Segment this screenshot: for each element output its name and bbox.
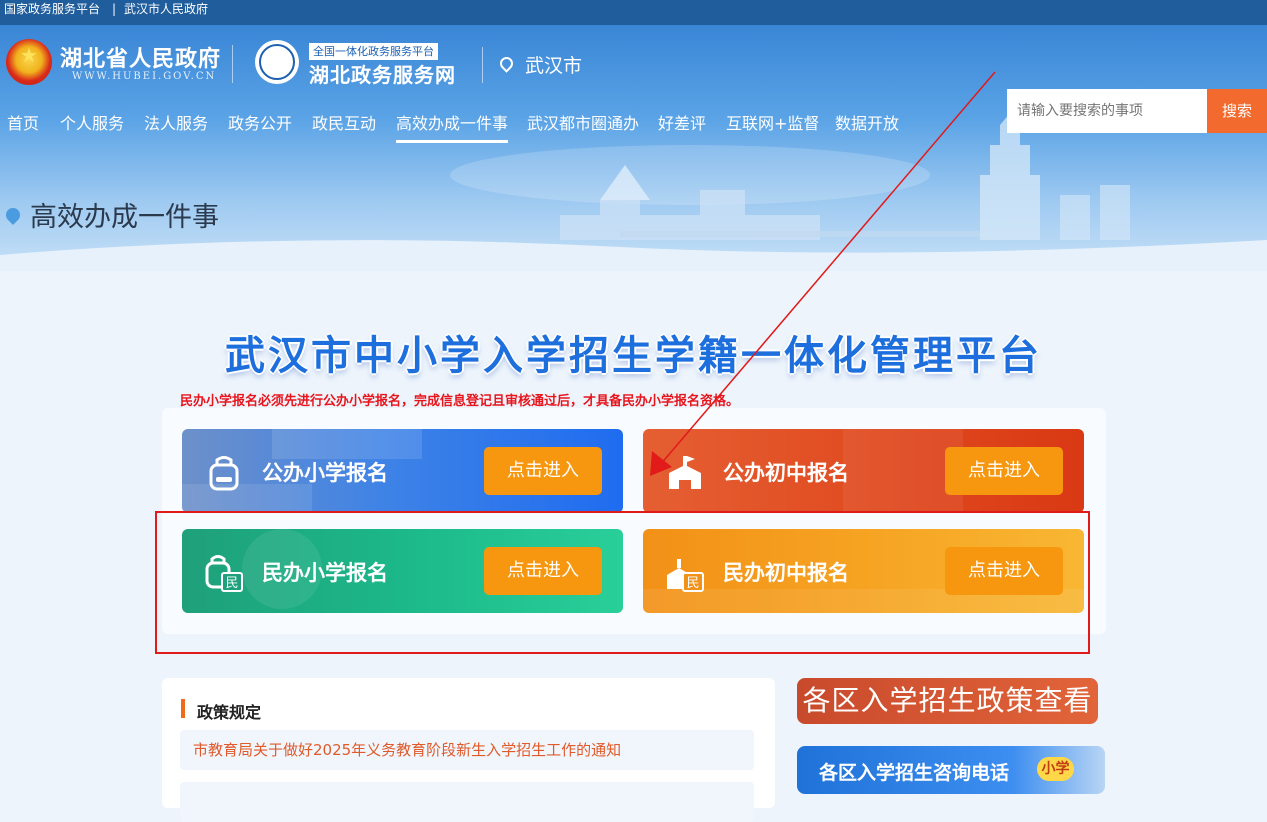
- policy-item-link[interactable]: 市教育局关于做好2025年义务教育阶段新生入学招生工作的通知: [193, 739, 621, 760]
- location-pin-icon: [3, 205, 23, 225]
- header-divider: [232, 45, 233, 83]
- wuhan-government-link[interactable]: 武汉市人民政府: [124, 0, 208, 18]
- annotation-highlight-box: [155, 511, 1090, 654]
- page-title-text: 高效办成一件事: [30, 202, 219, 233]
- location-pin-icon: [497, 54, 516, 73]
- school-building-icon: [669, 456, 701, 489]
- top-bar: 国家政务服务平台 | 武汉市人民政府: [0, 0, 1267, 25]
- nav-corporate-service[interactable]: 法人服务: [144, 110, 208, 134]
- page-title: 高效办成一件事: [3, 195, 219, 234]
- nav-open-data[interactable]: 数据开放: [835, 110, 899, 134]
- card-label: 公办小学报名: [262, 461, 388, 485]
- site-url: WWW.HUBEI.GOV.CN: [72, 71, 217, 82]
- primary-school-tag: 小学: [1037, 757, 1074, 781]
- policy-item[interactable]: [180, 782, 754, 822]
- registration-notice: 民办小学报名必须先进行公办小学报名，完成信息登记且审核通过后，才具备民办小学报名…: [180, 394, 740, 409]
- policy-section: 政策规定 市教育局关于做好2025年义务教育阶段新生入学招生工作的通知: [162, 678, 775, 822]
- public-primary-card[interactable]: 公办小学报名 点击进入: [182, 429, 623, 513]
- site-name: 湖北省人民政府: [60, 47, 222, 72]
- header-banner: ★ 湖北省人民政府 WWW.HUBEI.GOV.CN 全国一体化政务服务平台 湖…: [0, 25, 1267, 271]
- nav-rating[interactable]: 好差评: [658, 110, 706, 134]
- national-platform-link[interactable]: 国家政务服务平台: [4, 0, 100, 18]
- national-emblem-logo: ★: [6, 39, 52, 85]
- district-policy-button[interactable]: 各区入学招生政策查看: [797, 678, 1098, 724]
- nav-one-thing[interactable]: 高效办成一件事: [396, 110, 509, 143]
- nav-personal-service[interactable]: 个人服务: [60, 110, 124, 134]
- enter-button[interactable]: 点击进入: [484, 447, 602, 495]
- nav-government-affairs[interactable]: 政务公开: [228, 110, 292, 134]
- enter-button[interactable]: 点击进入: [945, 447, 1063, 495]
- nav-home[interactable]: 首页: [7, 110, 39, 134]
- school-bag-icon: [209, 456, 239, 491]
- service-network-name[interactable]: 湖北政务服务网: [309, 59, 456, 88]
- nav-metro-circle[interactable]: 武汉都市圈通办: [527, 110, 639, 134]
- topbar-separator: |: [112, 2, 117, 16]
- location-selector[interactable]: 武汉市: [497, 51, 583, 78]
- section-accent-bar: [181, 699, 185, 718]
- nav-internet-supervision[interactable]: 互联网+监督: [726, 110, 819, 134]
- district-phone-button[interactable]: 各区入学招生咨询电话 小学: [797, 746, 1105, 794]
- search-input[interactable]: [1007, 89, 1207, 133]
- public-junior-card[interactable]: 公办初中报名 点击进入: [643, 429, 1084, 513]
- search-button[interactable]: 搜索: [1207, 89, 1267, 133]
- card-label: 公办初中报名: [723, 461, 849, 485]
- policy-heading: 政策规定: [197, 703, 262, 722]
- location-label: 武汉市: [525, 55, 583, 77]
- platform-title: 武汉市中小学入学招生学籍一体化管理平台: [225, 333, 1042, 379]
- phone-button-label: 各区入学招生咨询电话: [819, 762, 1010, 784]
- header-divider: [482, 47, 483, 83]
- nav-public-interaction[interactable]: 政民互动: [312, 110, 376, 134]
- service-network-logo: [255, 40, 299, 84]
- service-platform-tag: 全国一体化政务服务平台: [309, 43, 438, 60]
- policy-item[interactable]: 市教育局关于做好2025年义务教育阶段新生入学招生工作的通知: [180, 730, 754, 770]
